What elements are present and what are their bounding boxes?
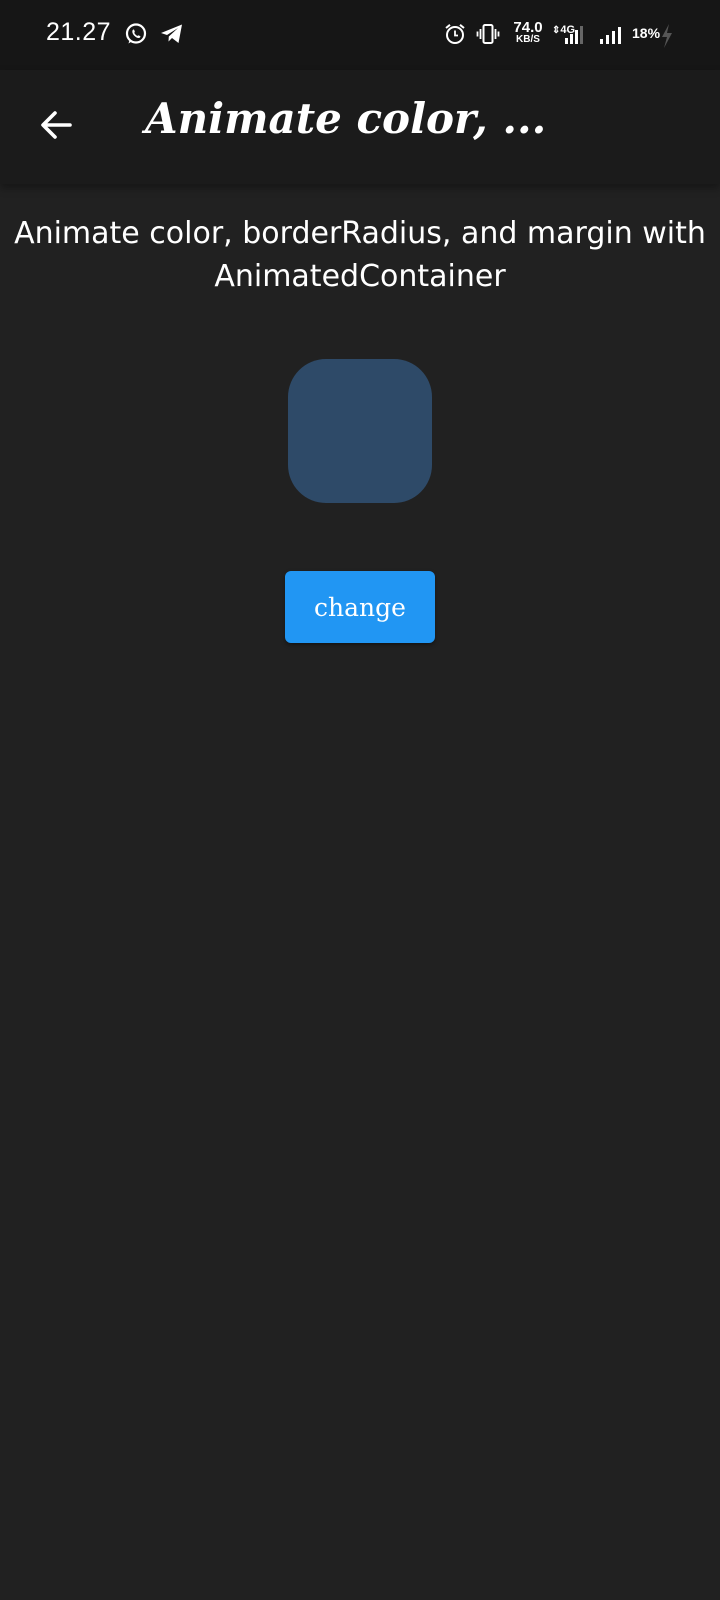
status-time: 21.27 — [46, 18, 112, 46]
animated-container — [288, 359, 432, 503]
app-bar: Animate color, ... — [0, 70, 720, 184]
signal-icon — [564, 24, 586, 50]
page-title: Animate color, ... — [145, 94, 547, 143]
vibrate-icon — [476, 22, 500, 50]
arrow-left-icon — [38, 107, 74, 147]
battery-percentage: 18% — [632, 25, 661, 41]
description-text: Animate color, borderRadius, and margin … — [14, 216, 706, 294]
status-bar: 21.27 74.0 KB/S ⇕4G 18% — [0, 0, 720, 70]
change-button[interactable]: change — [285, 571, 435, 643]
back-button[interactable] — [30, 101, 82, 153]
charging-icon — [661, 24, 673, 52]
alarm-icon — [444, 23, 466, 49]
signal-icon — [599, 26, 623, 50]
whatsapp-icon — [124, 22, 148, 50]
net-speed-indicator: 74.0 KB/S — [510, 20, 546, 45]
net-speed-unit: KB/S — [516, 34, 540, 45]
net-speed-value: 74.0 — [513, 19, 543, 36]
telegram-icon — [160, 23, 184, 49]
